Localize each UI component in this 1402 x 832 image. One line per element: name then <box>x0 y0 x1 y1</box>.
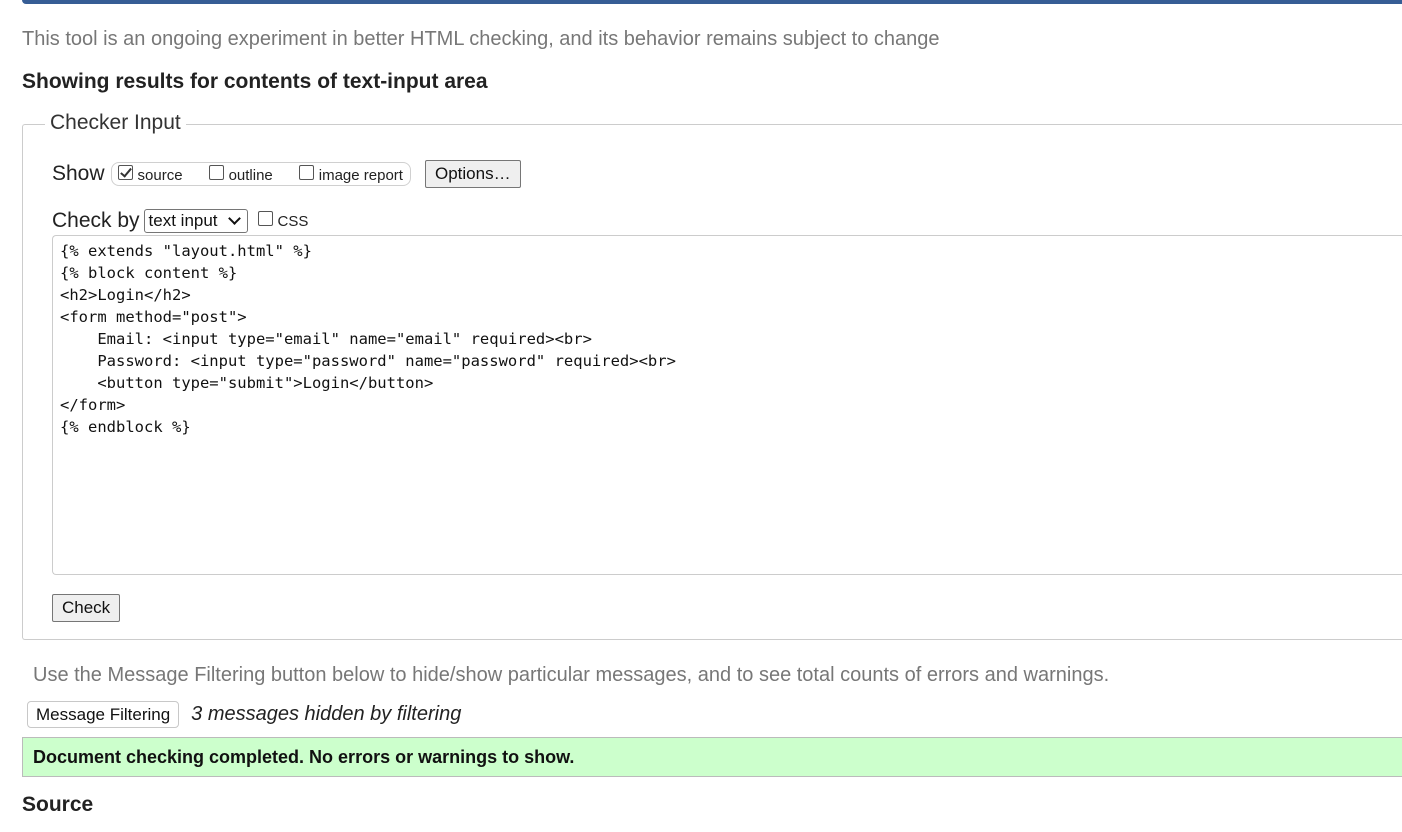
source-checkbox-label: source <box>137 166 183 184</box>
intro-text: This tool is an ongoing experiment in be… <box>22 28 940 50</box>
check-button[interactable]: Check <box>52 594 121 622</box>
css-checkbox-label: CSS <box>277 212 309 230</box>
message-filtering-note: Use the Message Filtering button below t… <box>33 664 1110 686</box>
check-by-label: Check by <box>52 209 140 232</box>
message-filtering-row: Message Filtering 3 messages hidden by f… <box>27 701 461 728</box>
show-options-group: source outline image report <box>110 162 411 186</box>
check-by-row: Check by text input CSS <box>52 206 308 236</box>
check-by-select-value: text input <box>148 211 218 230</box>
hidden-messages-count: 3 messages hidden by filtering <box>191 703 462 725</box>
check-by-select[interactable]: text input <box>143 209 248 233</box>
show-source-option[interactable]: source <box>117 164 183 184</box>
options-button[interactable]: Options… <box>424 160 521 188</box>
chevron-down-icon <box>227 211 241 225</box>
results-heading: Showing results for contents of text-inp… <box>22 70 488 93</box>
source-textarea[interactable]: {% extends "layout.html" %} {% block con… <box>52 235 1402 575</box>
image-report-checkbox[interactable] <box>298 164 314 180</box>
image-report-checkbox-label: image report <box>318 166 403 184</box>
top-accent-bar <box>22 0 1402 4</box>
result-success-message: Document checking completed. No errors o… <box>22 737 1402 777</box>
show-label: Show <box>52 162 105 185</box>
source-checkbox[interactable] <box>117 164 133 180</box>
show-image-report-option[interactable]: image report <box>298 164 403 184</box>
checker-input-fieldset: Checker Input Show source outline image … <box>22 111 1402 640</box>
outline-checkbox[interactable] <box>208 164 224 180</box>
css-option[interactable]: CSS <box>257 210 309 230</box>
show-options-row: Show source outline image report Options… <box>52 159 521 189</box>
css-checkbox[interactable] <box>257 210 273 226</box>
message-filtering-button[interactable]: Message Filtering <box>27 701 180 728</box>
outline-checkbox-label: outline <box>228 166 273 184</box>
checker-input-legend: Checker Input <box>45 111 186 135</box>
source-heading: Source <box>22 793 94 816</box>
show-outline-option[interactable]: outline <box>208 164 273 184</box>
